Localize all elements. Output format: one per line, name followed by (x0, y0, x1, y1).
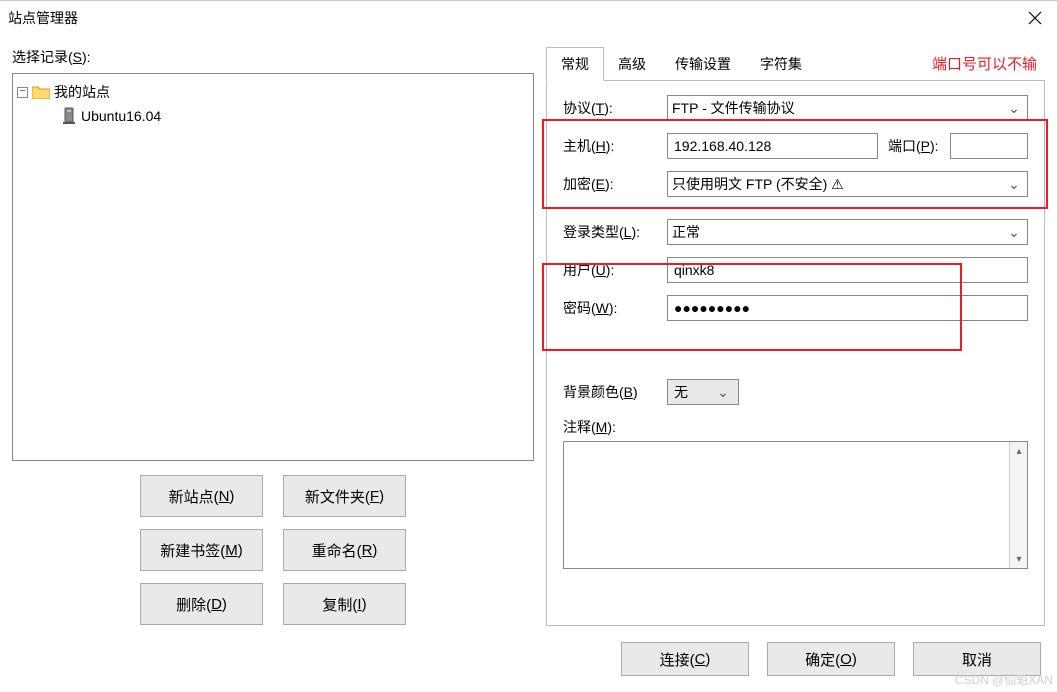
window-title: 站点管理器 (8, 8, 1013, 28)
encrypt-select[interactable]: 只使用明文 FTP (不安全) ⚠ ⌄ (667, 171, 1028, 197)
chevron-down-icon: ⌄ (1005, 176, 1023, 193)
tab-transfer[interactable]: 传输设置 (660, 47, 746, 81)
memo-textarea[interactable]: ▴ ▾ (563, 441, 1028, 569)
logon-type-value: 正常 (672, 222, 700, 242)
bg-color-select[interactable]: 无 ⌄ (667, 379, 739, 405)
protocol-label: 协议(T): (563, 98, 667, 118)
host-input[interactable] (667, 133, 878, 159)
protocol-value: FTP - 文件传输协议 (672, 98, 795, 118)
tab-general[interactable]: 常规 (546, 47, 604, 81)
server-icon (61, 107, 77, 125)
protocol-select[interactable]: FTP - 文件传输协议 ⌄ (667, 95, 1028, 121)
close-icon (1028, 11, 1042, 25)
site-tree[interactable]: − 我的站点 Ubuntu16.04 (12, 73, 534, 461)
host-label: 主机(H): (563, 136, 667, 156)
tab-panel-general: 协议(T): FTP - 文件传输协议 ⌄ 主机(H): 端口(P): 加密(E… (546, 80, 1045, 626)
tab-advanced[interactable]: 高级 (603, 47, 661, 81)
bg-color-label: 背景颜色(B) (563, 382, 667, 402)
port-input[interactable] (950, 133, 1028, 159)
delete-button[interactable]: 删除(D) (140, 583, 263, 625)
tree-child-row[interactable]: Ubuntu16.04 (17, 104, 529, 128)
password-label: 密码(W): (563, 298, 667, 318)
scroll-down-icon[interactable]: ▾ (1010, 550, 1028, 568)
tree-root-label: 我的站点 (54, 82, 110, 102)
annotation-port: 端口号可以不输 (932, 53, 1037, 74)
cancel-button[interactable]: 取消 (913, 642, 1041, 676)
expander-icon[interactable]: − (17, 87, 28, 98)
user-label: 用户(U): (563, 260, 667, 280)
chevron-down-icon: ⌄ (714, 384, 732, 401)
tree-child-label: Ubuntu16.04 (81, 108, 161, 124)
tree-root-row[interactable]: − 我的站点 (17, 80, 529, 104)
user-input[interactable] (667, 257, 1028, 283)
connect-button[interactable]: 连接(C) (621, 642, 749, 676)
encrypt-label: 加密(E): (563, 174, 667, 194)
port-label: 端口(P): (888, 136, 950, 156)
chevron-down-icon: ⌄ (1005, 100, 1023, 117)
bg-color-value: 无 (674, 382, 714, 402)
new-bookmark-button[interactable]: 新建书签(M) (140, 529, 263, 571)
rename-button[interactable]: 重命名(R) (283, 529, 406, 571)
label-text: ): (82, 49, 91, 65)
tab-charset[interactable]: 字符集 (745, 47, 817, 81)
label-text: 选择记录( (12, 49, 73, 65)
ok-button[interactable]: 确定(O) (767, 642, 895, 676)
close-button[interactable] (1013, 1, 1057, 35)
folder-icon (32, 85, 50, 99)
encrypt-value: 只使用明文 FTP (不安全) ⚠ (672, 174, 844, 194)
scroll-up-icon[interactable]: ▴ (1010, 442, 1028, 460)
scrollbar[interactable]: ▴ ▾ (1009, 442, 1027, 568)
label-hotkey: S (73, 49, 82, 65)
password-input[interactable] (667, 295, 1028, 321)
logon-type-label: 登录类型(L): (563, 222, 667, 242)
memo-label: 注释(M): (563, 417, 1028, 437)
titlebar: 站点管理器 (0, 1, 1057, 35)
select-record-label: 选择记录(S): (12, 47, 534, 67)
chevron-down-icon: ⌄ (1005, 224, 1023, 241)
logon-type-select[interactable]: 正常 ⌄ (667, 219, 1028, 245)
new-folder-button[interactable]: 新文件夹(F) (283, 475, 406, 517)
copy-button[interactable]: 复制(I) (283, 583, 406, 625)
new-site-button[interactable]: 新站点(N) (140, 475, 263, 517)
